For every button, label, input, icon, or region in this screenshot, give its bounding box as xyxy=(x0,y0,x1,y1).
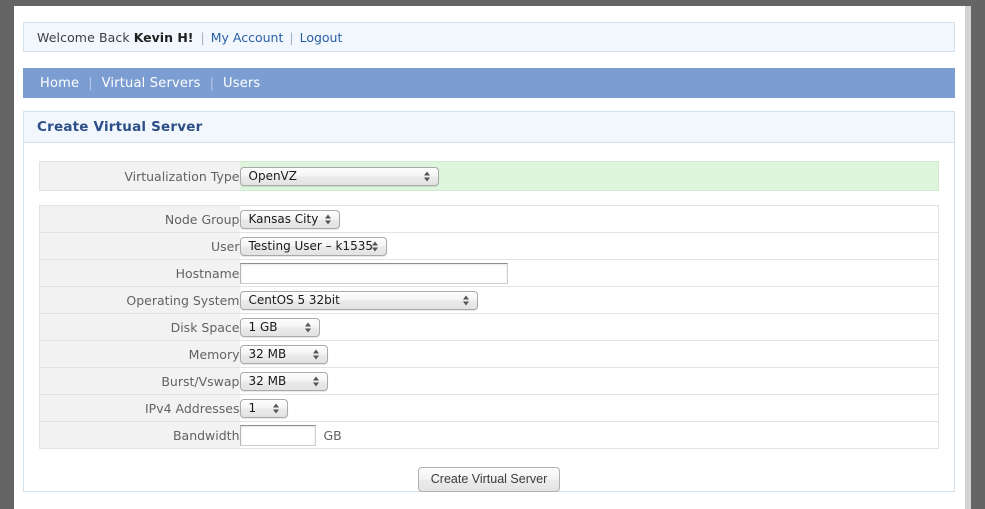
submit-row: Create Virtual Server xyxy=(24,467,954,492)
virtualization-type-select[interactable]: OpenVZ xyxy=(239,166,439,186)
select-stepper-icon xyxy=(424,170,431,183)
nav-item-home[interactable]: Home xyxy=(40,76,79,91)
table-row: Virtualization Type OpenVZ xyxy=(39,161,939,191)
virtualization-type-table: Virtualization Type OpenVZ xyxy=(39,161,939,191)
content-panel: Create Virtual Server Virtualization Typ… xyxy=(23,111,955,492)
node-group-cell: Kansas City xyxy=(239,205,939,233)
table-row: Memory 32 MB xyxy=(39,340,939,368)
ipv4-addresses-value: 1 xyxy=(248,400,257,415)
select-stepper-icon xyxy=(313,348,320,361)
nav-separator-1: | xyxy=(88,75,93,91)
welcome-bar: Welcome Back Kevin H! | My Account | Log… xyxy=(23,22,955,52)
virtualization-type-value: OpenVZ xyxy=(248,168,297,183)
virtualization-type-label: Virtualization Type xyxy=(39,161,240,191)
node-group-label: Node Group xyxy=(39,205,240,233)
bandwidth-unit-label: GB xyxy=(323,427,342,443)
operating-system-select[interactable]: CentOS 5 32bit xyxy=(239,290,478,310)
memory-cell: 32 MB xyxy=(239,340,939,368)
table-row: Hostname xyxy=(39,259,939,287)
table-row: User Testing User – k1535 xyxy=(39,232,939,260)
operating-system-value: CentOS 5 32bit xyxy=(248,292,340,307)
node-group-value: Kansas City xyxy=(248,211,319,226)
table-row: IPv4 Addresses 1 xyxy=(39,394,939,422)
table-row: Node Group Kansas City xyxy=(39,205,939,233)
disk-space-select[interactable]: 1 GB xyxy=(239,317,320,337)
burst-vswap-cell: 32 MB xyxy=(239,367,939,395)
user-select[interactable]: Testing User – k1535 xyxy=(239,236,387,256)
page-title: Create Virtual Server xyxy=(24,112,954,143)
ipv4-addresses-label: IPv4 Addresses xyxy=(39,394,240,422)
operating-system-cell: CentOS 5 32bit xyxy=(239,286,939,314)
bandwidth-input[interactable] xyxy=(239,424,316,446)
hostname-cell xyxy=(239,259,939,287)
table-row: Bandwidth GB xyxy=(39,421,939,449)
hostname-label: Hostname xyxy=(39,259,240,287)
user-value: Testing User – k1535 xyxy=(248,238,373,253)
disk-space-label: Disk Space xyxy=(39,313,240,341)
burst-vswap-label: Burst/Vswap xyxy=(39,367,240,395)
create-virtual-server-form: Virtualization Type OpenVZ Node Group Ka… xyxy=(24,161,954,492)
burst-vswap-value: 32 MB xyxy=(248,373,287,388)
table-row: Disk Space 1 GB xyxy=(39,313,939,341)
memory-select[interactable]: 32 MB xyxy=(239,344,328,364)
nav-item-users[interactable]: Users xyxy=(223,76,260,91)
virtualization-type-cell: OpenVZ xyxy=(239,161,939,191)
select-stepper-icon xyxy=(305,321,312,334)
ipv4-addresses-cell: 1 xyxy=(239,394,939,422)
disk-space-cell: 1 GB xyxy=(239,313,939,341)
create-virtual-server-button[interactable]: Create Virtual Server xyxy=(417,467,561,492)
table-row: Operating System CentOS 5 32bit xyxy=(39,286,939,314)
disk-space-value: 1 GB xyxy=(248,319,278,334)
memory-label: Memory xyxy=(39,340,240,368)
select-stepper-icon xyxy=(273,402,280,415)
welcome-username: Kevin H! xyxy=(133,29,194,45)
welcome-separator-2: | xyxy=(289,29,294,45)
memory-value: 32 MB xyxy=(248,346,287,361)
server-options-table: Node Group Kansas City User Testing User… xyxy=(39,205,939,449)
user-cell: Testing User – k1535 xyxy=(239,232,939,260)
nav-item-virtual-servers[interactable]: Virtual Servers xyxy=(102,76,201,91)
select-stepper-icon xyxy=(313,375,320,388)
hostname-input[interactable] xyxy=(239,262,508,284)
browser-page-shell: Welcome Back Kevin H! | My Account | Log… xyxy=(14,6,971,509)
user-label: User xyxy=(39,232,240,260)
welcome-separator-1: | xyxy=(200,29,205,45)
table-row: Burst/Vswap 32 MB xyxy=(39,367,939,395)
burst-vswap-select[interactable]: 32 MB xyxy=(239,371,328,391)
bandwidth-label: Bandwidth xyxy=(39,421,240,449)
welcome-greeting: Welcome Back xyxy=(37,29,130,45)
select-stepper-icon xyxy=(372,240,379,253)
bandwidth-cell: GB xyxy=(239,421,939,449)
main-navigation: Home | Virtual Servers | Users xyxy=(23,68,955,98)
page-canvas: Welcome Back Kevin H! | My Account | Log… xyxy=(14,6,965,509)
nav-separator-2: | xyxy=(209,75,214,91)
logout-link[interactable]: Logout xyxy=(300,30,343,45)
select-stepper-icon xyxy=(463,294,470,307)
my-account-link[interactable]: My Account xyxy=(211,30,284,45)
node-group-select[interactable]: Kansas City xyxy=(239,209,340,229)
operating-system-label: Operating System xyxy=(39,286,240,314)
ipv4-addresses-select[interactable]: 1 xyxy=(239,398,288,418)
select-stepper-icon xyxy=(325,213,332,226)
